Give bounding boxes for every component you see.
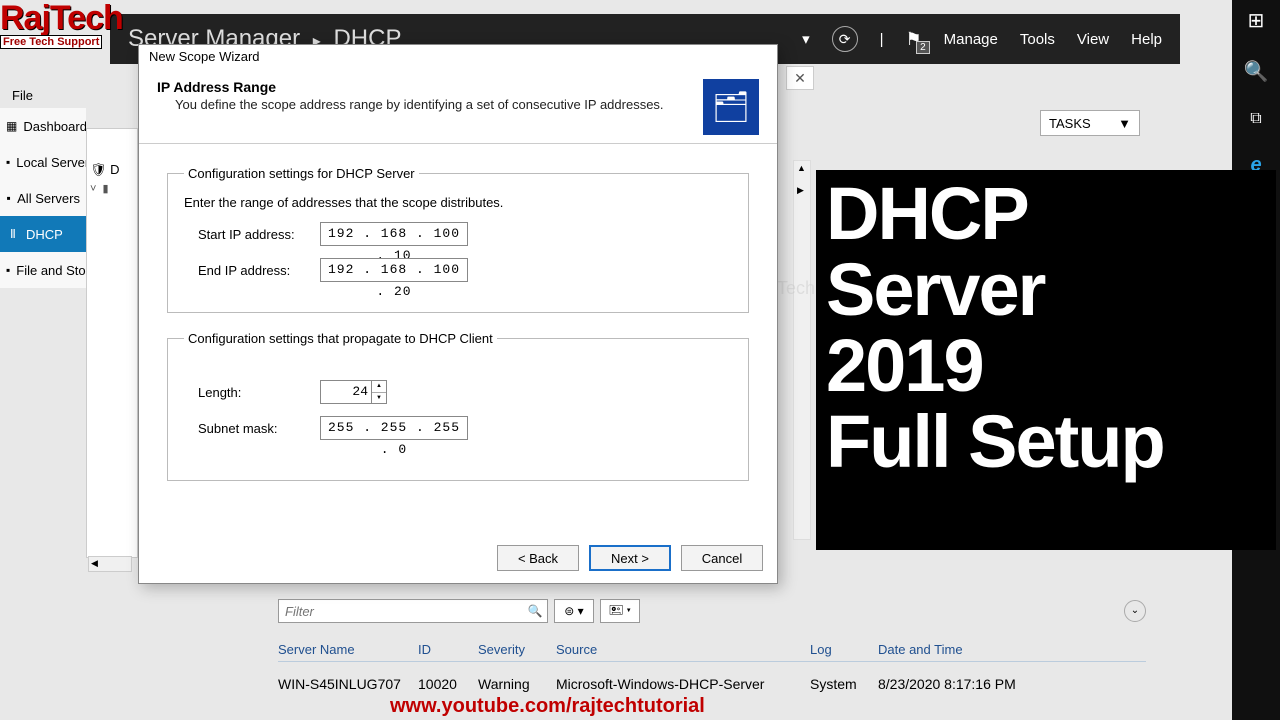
cancel-button[interactable]: Cancel: [681, 545, 763, 571]
menu-tools[interactable]: Tools: [1020, 31, 1055, 48]
wizard-title: New Scope Wizard: [139, 45, 777, 73]
group1-desc: Enter the range of addresses that the sc…: [184, 195, 732, 210]
server-icon: ▪: [6, 155, 10, 169]
dhcp-server-settings-group: Configuration settings for DHCP Server E…: [167, 166, 749, 313]
length-spinner[interactable]: ▲▼: [372, 380, 387, 404]
cell-log: System: [810, 676, 878, 692]
menu-help[interactable]: Help: [1131, 31, 1162, 48]
header-divider: |: [880, 31, 884, 48]
overlay-line4: Full Setup: [826, 404, 1266, 480]
nav-local-server[interactable]: ▪Local Server: [0, 144, 86, 180]
new-scope-wizard-dialog: New Scope Wizard IP Address Range You de…: [138, 44, 778, 584]
subnet-mask-label: Subnet mask:: [198, 421, 320, 436]
length-label: Length:: [198, 385, 320, 400]
events-filter-bar: 🔍 ⊜ ▾ 🖭 ▾ ⌄: [278, 599, 1146, 623]
windows-start-icon[interactable]: ⊞: [1248, 8, 1265, 33]
col-date[interactable]: Date and Time: [878, 642, 1146, 657]
file-menu[interactable]: File: [12, 88, 33, 103]
rajtech-logo: RajTech Free Tech Support: [0, 4, 123, 50]
next-button[interactable]: Next >: [589, 545, 671, 571]
nav-all-servers[interactable]: ▪All Servers: [0, 180, 86, 216]
filter-input[interactable]: [279, 604, 523, 619]
task-view-icon[interactable]: ⧉: [1250, 110, 1261, 128]
overlay-line1: DHCP: [826, 176, 1266, 252]
col-source[interactable]: Source: [556, 642, 810, 657]
logo-top: RajTech: [0, 4, 123, 32]
overlay-line2: Server: [826, 252, 1266, 328]
vscrollbar[interactable]: [793, 160, 811, 540]
dhcp-tree: 🛡 D ˅ ▮: [90, 162, 120, 202]
length-input[interactable]: 24: [320, 380, 372, 404]
wizard-header-icon: 🗂: [703, 79, 759, 135]
spin-up-icon[interactable]: ▲: [372, 381, 386, 393]
start-ip-input[interactable]: 192 . 168 . 100 . 10: [320, 222, 468, 246]
group1-legend: Configuration settings for DHCP Server: [184, 166, 419, 181]
refresh-icon[interactable]: ⟳: [832, 26, 858, 52]
menu-manage[interactable]: Manage: [944, 31, 998, 48]
header-dropdown-icon[interactable]: ▾: [802, 30, 810, 48]
filter-save-button[interactable]: 🖭 ▾: [600, 599, 640, 623]
cell-server: WIN-S45INLUG707: [278, 676, 418, 692]
storage-icon: ▪: [6, 263, 10, 277]
wizard-subheading: You define the scope address range by id…: [157, 95, 703, 112]
server-manager-nav: ▦Dashboard ▪Local Server ▪All Servers ⅡD…: [0, 108, 86, 288]
col-server-name[interactable]: Server Name: [278, 642, 418, 657]
end-ip-input[interactable]: 192 . 168 . 100 . 20: [320, 258, 468, 282]
cell-severity: Warning: [478, 676, 556, 692]
close-icon[interactable]: ✕: [786, 66, 814, 90]
filter-options-button[interactable]: ⊜ ▾: [554, 599, 594, 623]
video-title-overlay: DHCP Server 2019 Full Setup: [816, 170, 1276, 550]
col-log[interactable]: Log: [810, 642, 878, 657]
col-id[interactable]: ID: [418, 642, 478, 657]
col-severity[interactable]: Severity: [478, 642, 556, 657]
back-button[interactable]: < Back: [497, 545, 579, 571]
overlay-line3: 2019: [826, 328, 1266, 404]
tasks-label: TASKS: [1049, 116, 1091, 131]
collapse-icon[interactable]: ⌄: [1124, 600, 1146, 622]
wizard-header: IP Address Range You define the scope ad…: [139, 73, 777, 144]
events-grid: Server Name ID Severity Source Log Date …: [278, 636, 1146, 692]
cell-date: 8/23/2020 8:17:16 PM: [878, 676, 1146, 692]
menu-view[interactable]: View: [1077, 31, 1109, 48]
dhcp-client-settings-group: Configuration settings that propagate to…: [167, 331, 749, 481]
search-icon[interactable]: 🔍: [523, 604, 547, 618]
notification-count: 2: [916, 41, 930, 54]
cell-source: Microsoft-Windows-DHCP-Server: [556, 676, 810, 692]
filter-box: 🔍: [278, 599, 548, 623]
chevron-down-icon: ▼: [1118, 116, 1131, 131]
hscrollbar[interactable]: [88, 556, 132, 572]
dhcp-tree-root[interactable]: 🛡 D: [90, 162, 120, 182]
search-taskbar-icon[interactable]: 🔍: [1244, 59, 1269, 84]
nav-dashboard[interactable]: ▦Dashboard: [0, 108, 86, 144]
logo-bottom: Free Tech Support: [0, 35, 102, 49]
nav-file-storage[interactable]: ▪File and Storage: [0, 252, 86, 288]
youtube-url: www.youtube.com/rajtechtutorial: [390, 695, 705, 718]
tasks-dropdown[interactable]: TASKS ▼: [1040, 110, 1140, 136]
grid-header: Server Name ID Severity Source Log Date …: [278, 636, 1146, 662]
cell-id: 10020: [418, 676, 478, 692]
end-ip-label: End IP address:: [198, 263, 320, 278]
servers-icon: ▪: [6, 191, 11, 205]
dashboard-icon: ▦: [6, 119, 17, 133]
notifications-flag-icon[interactable]: ⚑2: [906, 29, 922, 50]
grid-row[interactable]: WIN-S45INLUG707 10020 Warning Microsoft-…: [278, 662, 1146, 692]
group2-legend: Configuration settings that propagate to…: [184, 331, 497, 346]
spin-down-icon[interactable]: ▼: [372, 393, 386, 404]
dhcp-tree-expand[interactable]: ˅ ▮: [90, 182, 120, 202]
subnet-mask-input[interactable]: 255 . 255 . 255 . 0: [320, 416, 468, 440]
dhcp-icon: Ⅱ: [6, 227, 20, 241]
nav-dhcp[interactable]: ⅡDHCP: [0, 216, 86, 252]
start-ip-label: Start IP address:: [198, 227, 320, 242]
wizard-heading: IP Address Range: [157, 79, 703, 95]
